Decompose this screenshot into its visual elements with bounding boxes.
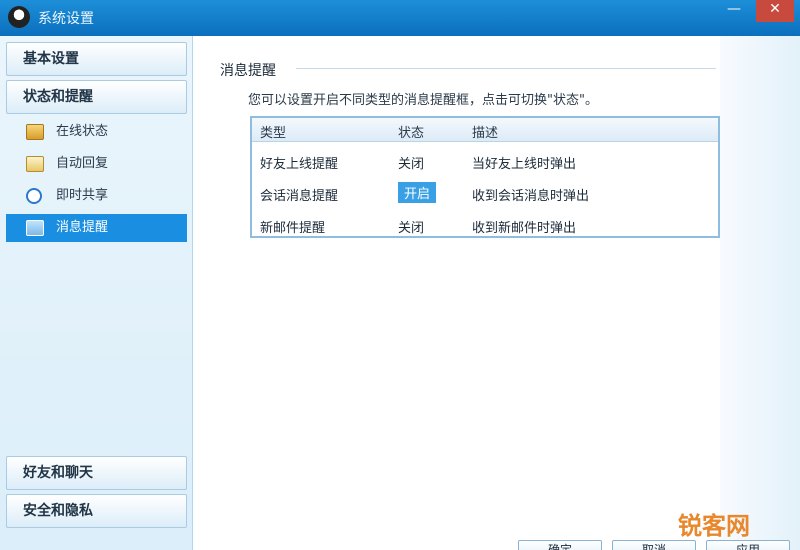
- sidebar-item-instant-share[interactable]: 即时共享: [6, 182, 187, 210]
- apply-button[interactable]: 应用: [706, 540, 790, 550]
- row-type: 好友上线提醒: [260, 157, 339, 172]
- sidebar-item-auto-reply[interactable]: 自动回复: [6, 150, 187, 178]
- table-row[interactable]: 新邮件提醒 关闭 收到新邮件时弹出: [252, 210, 718, 242]
- column-header-status[interactable]: 状态: [398, 122, 424, 141]
- cancel-button[interactable]: 取消: [612, 540, 696, 550]
- main-panel: [193, 36, 800, 550]
- row-type: 新邮件提醒: [260, 221, 326, 236]
- share-clock-icon: [26, 188, 42, 204]
- status-card-icon: [26, 124, 44, 140]
- row-type: 会话消息提醒: [260, 189, 339, 204]
- reply-icon: [26, 156, 44, 172]
- window-title: 系统设置: [38, 11, 94, 27]
- column-header-type[interactable]: 类型: [260, 122, 286, 141]
- minimize-button[interactable]: —: [716, 0, 752, 22]
- title-bar: 系统设置 — ✕: [0, 0, 800, 36]
- decorative-side-panel: [720, 36, 800, 550]
- sidebar: 基本设置 状态和提醒 在线状态 自动回复 即时共享 消息提醒 好友和聊天 安全和…: [0, 36, 193, 550]
- sidebar-item-message-reminders[interactable]: 消息提醒: [6, 214, 187, 242]
- status-toggle[interactable]: 关闭: [398, 153, 424, 172]
- sidebar-group-friends-chat[interactable]: 好友和聊天: [6, 456, 187, 490]
- section-title: 消息提醒: [220, 63, 276, 79]
- row-description: 收到新邮件时弹出: [472, 221, 577, 236]
- column-header-description[interactable]: 描述: [472, 122, 498, 141]
- sidebar-item-label: 在线状态: [56, 124, 109, 139]
- table-row[interactable]: 会话消息提醒 开启 收到会话消息时弹出: [252, 178, 718, 210]
- message-icon: [26, 220, 44, 236]
- sidebar-group-security-privacy[interactable]: 安全和隐私: [6, 494, 187, 528]
- table-header: 类型 状态 描述: [252, 118, 718, 142]
- sidebar-item-label: 消息提醒: [56, 220, 109, 235]
- close-button[interactable]: ✕: [756, 0, 794, 22]
- row-description: 收到会话消息时弹出: [472, 189, 590, 204]
- watermark-logo: 锐客网: [678, 512, 750, 540]
- penguin-logo-icon: [8, 6, 30, 28]
- sidebar-item-label: 自动回复: [56, 156, 109, 171]
- section-description: 您可以设置开启不同类型的消息提醒框，点击可切换"状态"。: [248, 93, 598, 108]
- reminder-table: 类型 状态 描述 好友上线提醒 关闭 当好友上线时弹出 会话消息提醒 开启 收到…: [250, 116, 720, 238]
- section-divider: [296, 68, 716, 69]
- status-toggle[interactable]: 关闭: [398, 217, 424, 236]
- table-row[interactable]: 好友上线提醒 关闭 当好友上线时弹出: [252, 146, 718, 178]
- sidebar-item-label: 即时共享: [56, 188, 109, 203]
- sidebar-group-status-reminders[interactable]: 状态和提醒: [6, 80, 187, 114]
- sidebar-item-online-status[interactable]: 在线状态: [6, 118, 187, 146]
- row-description: 当好友上线时弹出: [472, 157, 577, 172]
- ok-button[interactable]: 确定: [518, 540, 602, 550]
- sidebar-group-basic-settings[interactable]: 基本设置: [6, 42, 187, 76]
- status-toggle[interactable]: 开启: [398, 182, 437, 203]
